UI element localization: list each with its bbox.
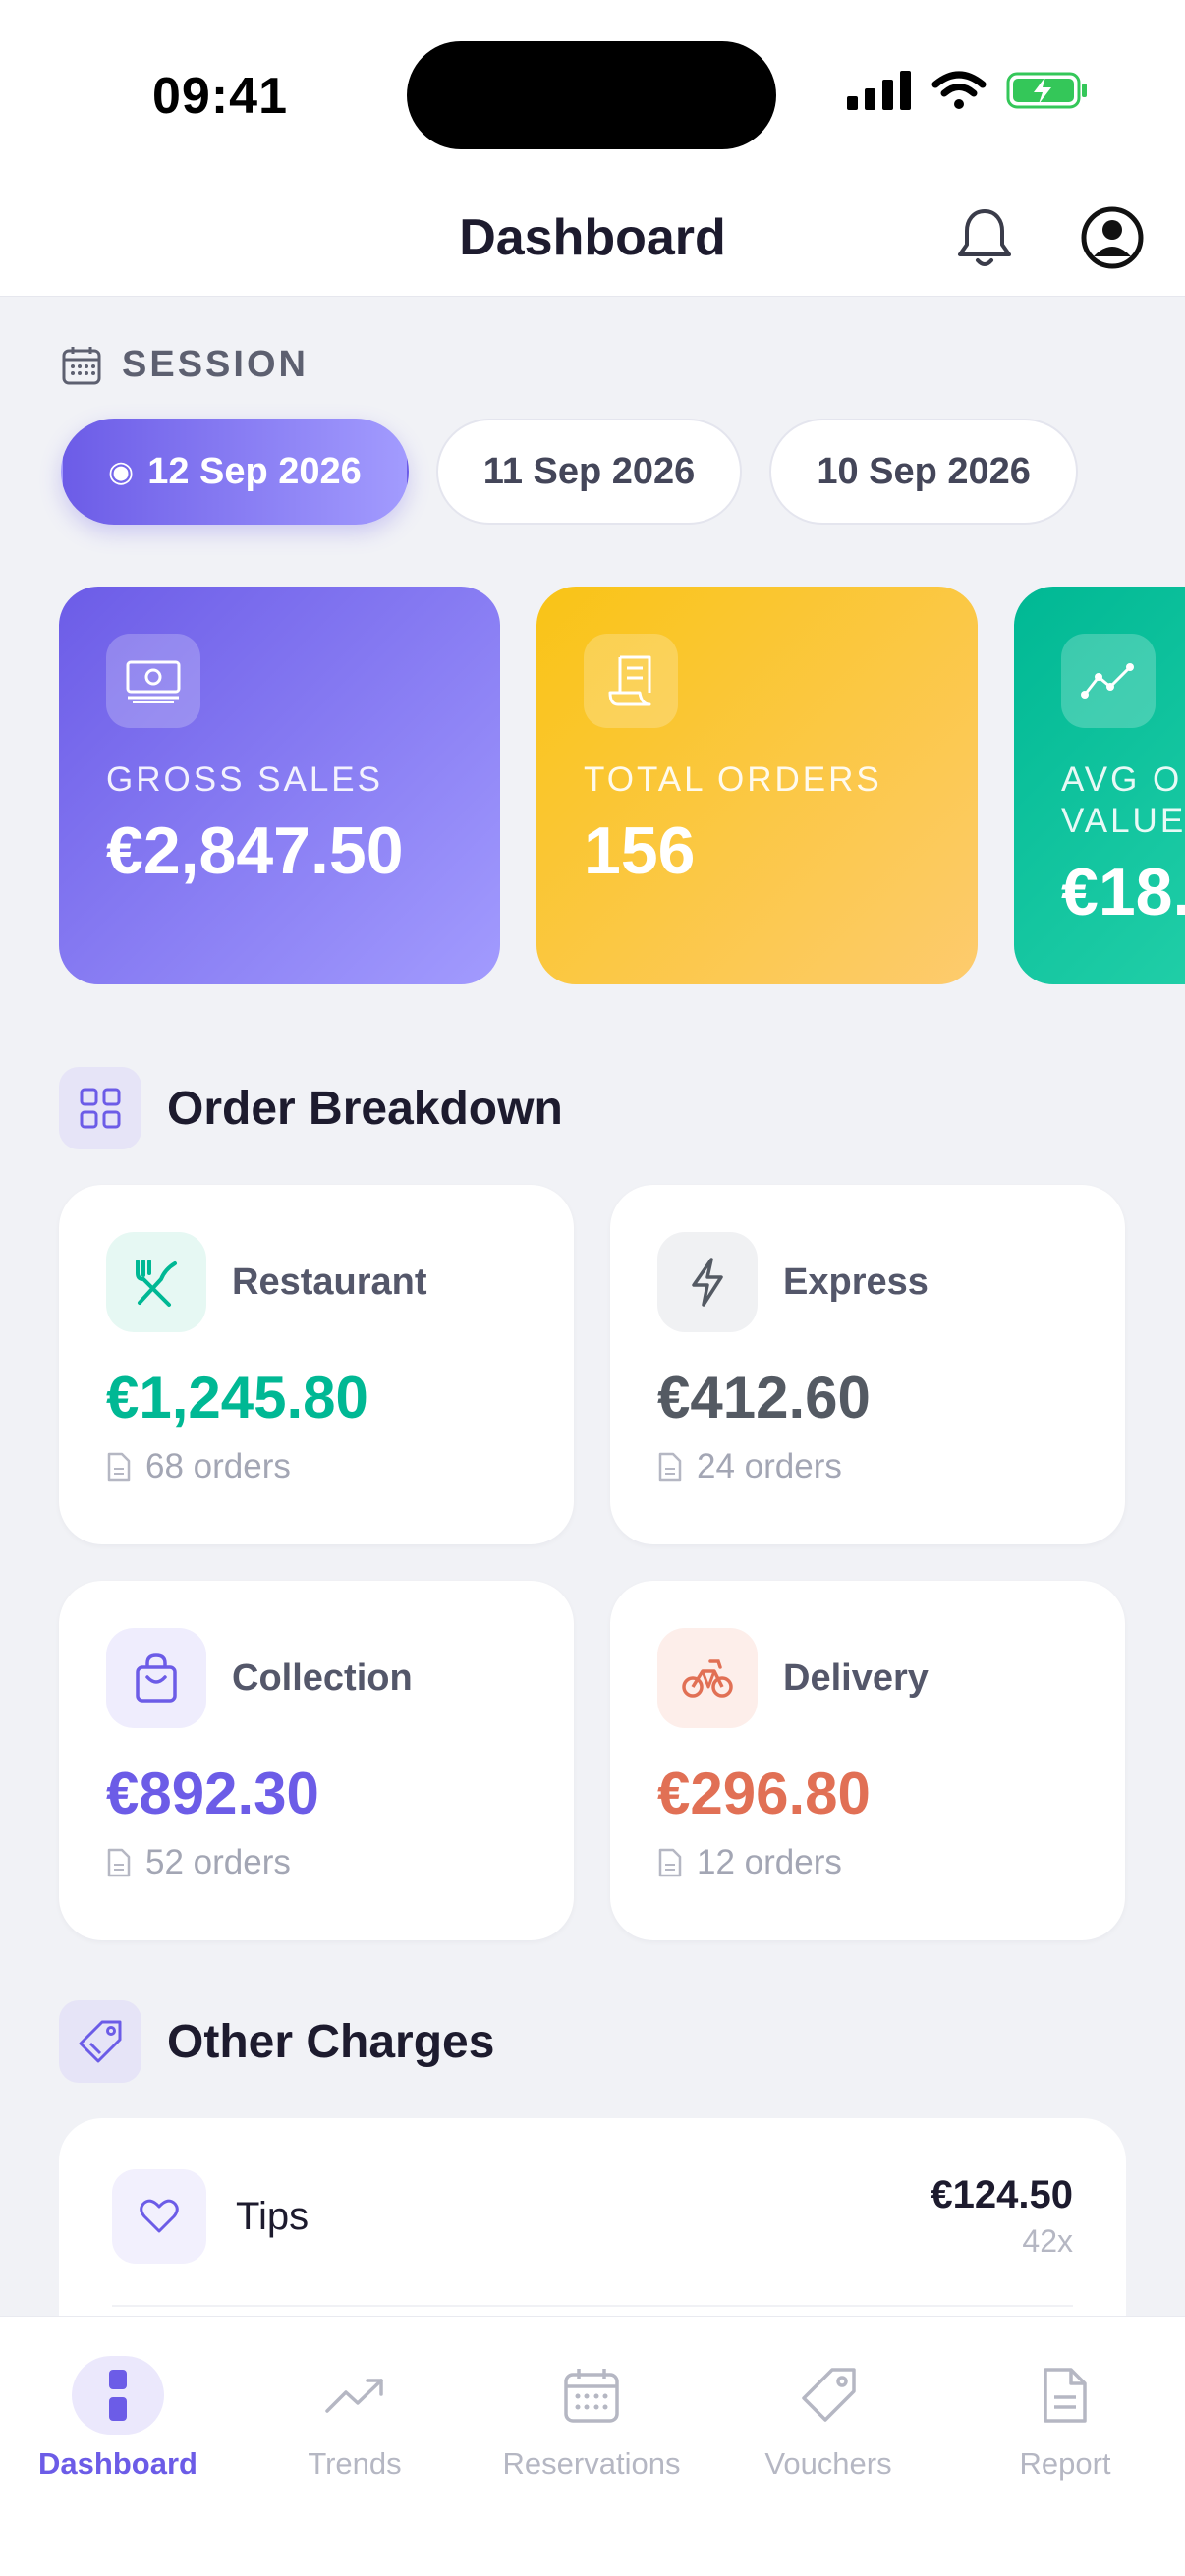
nav-label: Trends [308,2446,402,2481]
document-icon [107,1848,131,1877]
breakdown-amount: €296.80 [657,1761,871,1826]
nav-label: Vouchers [764,2446,892,2481]
breakdown-card-restaurant[interactable]: Restaurant €1,245.80 68 orders [59,1185,574,1544]
status-time: 09:41 [152,68,288,125]
kpi-value: €2,847.50 [106,813,404,888]
wifi-icon [931,71,987,115]
session-label: SESSION [61,344,309,386]
session-label-text: SESSION [122,344,309,385]
nav-trends[interactable]: Trends [237,2356,473,2482]
profile-button[interactable] [1077,202,1148,273]
date-chip[interactable]: 10 Sep 2026 [769,419,1078,525]
breakdown-amount: €1,245.80 [106,1365,368,1430]
nav-label: Reservations [502,2446,681,2481]
date-chip-active[interactable]: ◉ 12 Sep 2026 [61,419,409,525]
receipt-icon [584,634,678,728]
calendar-icon [545,2356,638,2435]
charge-amount: €124.50 [931,2173,1073,2216]
charge-name: Tips [236,2194,310,2238]
date-chip-label: 11 Sep 2026 [482,450,696,492]
grid-icon [59,1067,141,1149]
nav-label: Dashboard [38,2446,198,2481]
kpi-value: €18.25 [1061,855,1185,929]
kpi-value: 156 [584,813,696,888]
breakdown-orders: 52 orders [106,1843,527,1882]
list-item-tips[interactable]: Tips €124.50 42x [112,2169,1073,2264]
trending-up-icon [309,2356,401,2435]
nav-vouchers[interactable]: Vouchers [710,2356,946,2482]
breakdown-orders: 12 orders [657,1843,1078,1882]
nav-dashboard[interactable]: Dashboard [0,2356,236,2482]
status-icons [847,71,1089,115]
date-chip-label: 12 Sep 2026 [147,450,362,492]
signal-icon [847,71,912,115]
section-title: Order Breakdown [167,1082,563,1135]
breakdown-amount: €412.60 [657,1365,871,1430]
breakdown-name: Delivery [783,1656,929,1699]
kpi-card-avg-order-value[interactable]: AVG ORDER VALUE €18.25 [1014,587,1185,984]
breakdown-name: Restaurant [232,1260,427,1303]
orders-count: 52 orders [145,1843,291,1881]
bicycle-icon [657,1628,758,1728]
other-charges-header: Other Charges [59,2000,494,2083]
breakdown-orders: 68 orders [106,1447,527,1486]
banknote-icon [106,634,200,728]
document-icon [658,1848,682,1877]
orders-count: 68 orders [145,1447,291,1485]
breakdown-name: Express [783,1260,929,1303]
breakdown-card-collection[interactable]: Collection €892.30 52 orders [59,1581,574,1940]
tag-icon [59,2000,141,2083]
order-breakdown-header: Order Breakdown [59,1067,563,1149]
orders-count: 24 orders [697,1447,842,1485]
shopping-bag-icon [106,1628,206,1728]
charge-count: 42x [1022,2223,1073,2259]
document-icon [107,1452,131,1482]
kpi-label: AVG ORDER VALUE [1061,760,1185,840]
dynamic-island [407,41,776,149]
kpi-carousel[interactable]: GROSS SALES €2,847.50 TOTAL ORDERS 156 A… [59,587,1185,984]
selected-radio-icon: ◉ [108,455,135,488]
breakdown-orders: 24 orders [657,1447,1078,1486]
bottom-navigation: Dashboard Trends Reservations Vouchers R… [0,2316,1185,2576]
dashboard-icon [72,2356,164,2435]
lightning-icon [657,1232,758,1332]
kpi-label: TOTAL ORDERS [584,760,882,799]
divider [112,2305,1073,2307]
breakdown-card-delivery[interactable]: Delivery €296.80 12 orders [610,1581,1125,1940]
kpi-card-gross-sales[interactable]: GROSS SALES €2,847.50 [59,587,500,984]
tag-icon [782,2356,875,2435]
user-circle-icon [1081,206,1144,269]
orders-count: 12 orders [697,1843,842,1881]
breakdown-name: Collection [232,1656,413,1699]
kpi-card-total-orders[interactable]: TOTAL ORDERS 156 [536,587,978,984]
breakdown-card-express[interactable]: Express €412.60 24 orders [610,1185,1125,1544]
calendar-icon [62,346,101,384]
battery-icon [1006,71,1089,115]
breakdown-amount: €892.30 [106,1761,319,1826]
session-date-chips: ◉ 12 Sep 2026 11 Sep 2026 10 Sep 2026 [61,419,1078,525]
nav-report[interactable]: Report [947,2356,1183,2482]
nav-label: Report [1019,2446,1111,2481]
status-bar: 09:41 [0,0,1185,187]
date-chip-label: 10 Sep 2026 [817,450,1031,492]
nav-reservations[interactable]: Reservations [474,2356,709,2482]
bell-icon [958,209,1011,266]
utensils-icon [106,1232,206,1332]
document-icon [1019,2356,1111,2435]
heart-icon [112,2169,206,2264]
trend-icon [1061,634,1156,728]
kpi-label: GROSS SALES [106,760,383,799]
notifications-button[interactable] [949,202,1020,273]
date-chip[interactable]: 11 Sep 2026 [435,419,743,525]
document-icon [658,1452,682,1482]
app-header: Dashboard [0,187,1185,297]
section-title: Other Charges [167,2015,495,2068]
